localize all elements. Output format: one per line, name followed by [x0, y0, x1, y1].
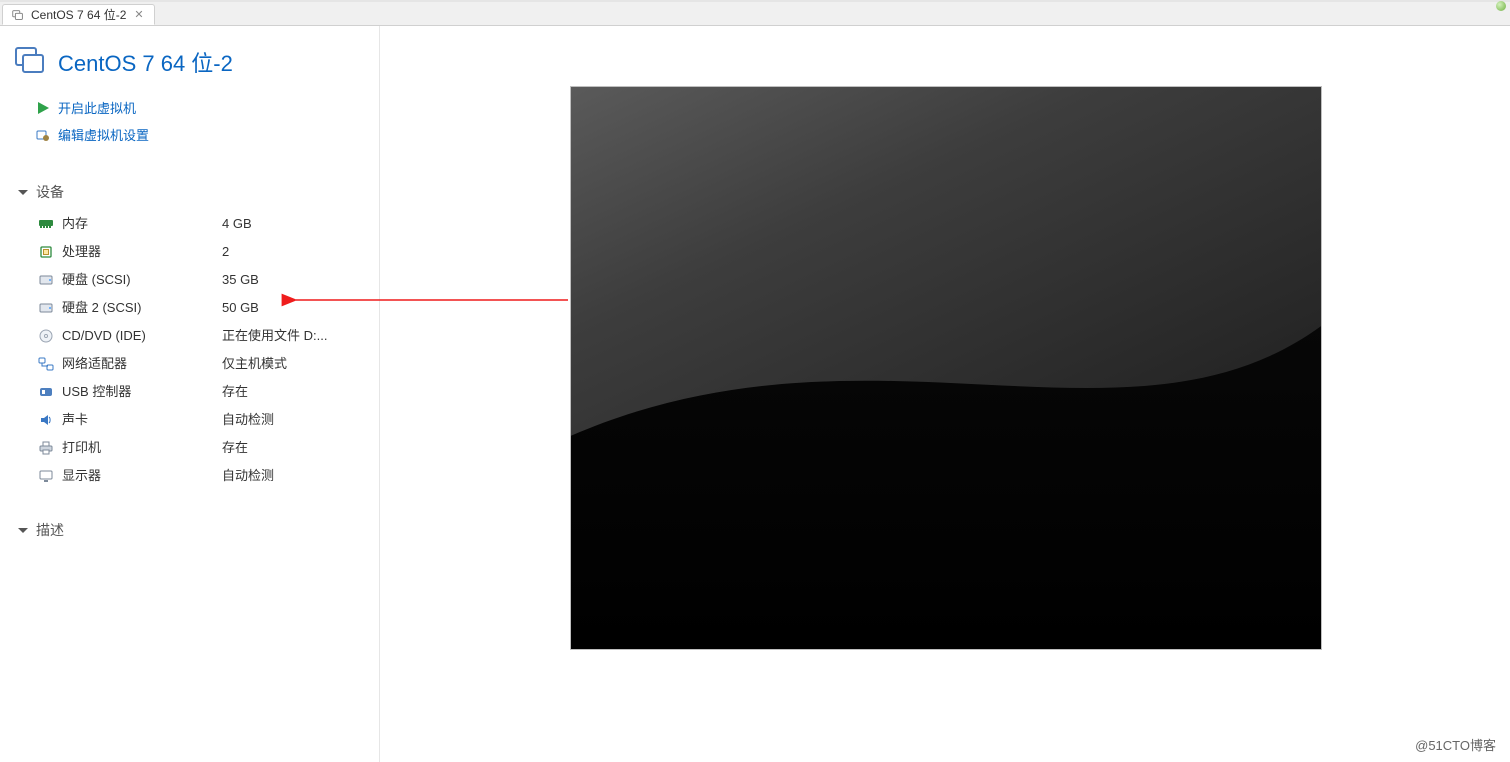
caret-down-icon [18, 528, 28, 533]
tab-bar: CentOS 7 64 位-2 ✕ [0, 2, 1510, 26]
edit-vm-settings-link[interactable]: 编辑虚拟机设置 [10, 121, 365, 148]
printer-icon [38, 440, 54, 456]
device-row[interactable]: 显示器自动检测 [10, 462, 365, 490]
usb-icon [38, 384, 54, 400]
right-preview-pane [380, 26, 1510, 762]
device-label: 打印机 [62, 438, 222, 458]
vm-title-row: CentOS 7 64 位-2 [10, 40, 365, 94]
device-row[interactable]: 硬盘 (SCSI)35 GB [10, 266, 365, 294]
network-icon [38, 356, 54, 372]
action-label: 开启此虚拟机 [58, 98, 136, 117]
vm-tab[interactable]: CentOS 7 64 位-2 ✕ [2, 4, 155, 25]
cd-icon [38, 328, 54, 344]
device-label: 处理器 [62, 242, 222, 262]
cpu-icon [38, 244, 54, 260]
device-value: 35 GB [222, 270, 259, 290]
device-row[interactable]: 处理器2 [10, 238, 365, 266]
device-value: 存在 [222, 382, 248, 402]
left-details-pane: CentOS 7 64 位-2 开启此虚拟机 编辑虚拟机设置 设备 内存4 GB… [0, 26, 380, 762]
vm-tab-icon [11, 8, 25, 22]
vm-title-icon [12, 44, 48, 80]
tab-label: CentOS 7 64 位-2 [31, 6, 126, 23]
device-row[interactable]: USB 控制器存在 [10, 378, 365, 406]
status-indicator-icon [1496, 1, 1506, 11]
sound-icon [38, 412, 54, 428]
power-on-vm-link[interactable]: 开启此虚拟机 [10, 94, 365, 121]
device-value: 自动检测 [222, 410, 274, 430]
description-section-header[interactable]: 描述 [10, 514, 365, 548]
disk-icon [38, 272, 54, 288]
device-label: 硬盘 2 (SCSI) [62, 298, 222, 318]
device-label: 声卡 [62, 410, 222, 430]
tab-close-icon[interactable]: ✕ [132, 8, 145, 21]
watermark: @51CTO博客 [1415, 735, 1496, 754]
device-row[interactable]: CD/DVD (IDE)正在使用文件 D:... [10, 322, 365, 350]
device-row[interactable]: 硬盘 2 (SCSI)50 GB [10, 294, 365, 322]
caret-down-icon [18, 190, 28, 195]
device-row[interactable]: 内存4 GB [10, 210, 365, 238]
section-title: 描述 [36, 520, 64, 540]
device-label: 网络适配器 [62, 354, 222, 374]
device-label: USB 控制器 [62, 382, 222, 402]
device-label: 硬盘 (SCSI) [62, 270, 222, 290]
vm-screen-preview[interactable] [570, 86, 1322, 650]
device-value: 4 GB [222, 214, 252, 234]
device-row[interactable]: 网络适配器仅主机模式 [10, 350, 365, 378]
play-icon [36, 101, 50, 115]
device-list: 内存4 GB处理器2硬盘 (SCSI)35 GB硬盘 2 (SCSI)50 GB… [10, 210, 365, 490]
device-value: 2 [222, 242, 229, 262]
device-value: 正在使用文件 D:... [222, 326, 327, 346]
device-value: 自动检测 [222, 466, 274, 486]
device-row[interactable]: 声卡自动检测 [10, 406, 365, 434]
vm-actions: 开启此虚拟机 编辑虚拟机设置 [10, 94, 365, 148]
device-value: 50 GB [222, 298, 259, 318]
device-label: 内存 [62, 214, 222, 234]
action-label: 编辑虚拟机设置 [58, 125, 149, 144]
device-label: 显示器 [62, 466, 222, 486]
device-value: 存在 [222, 438, 248, 458]
disk-icon [38, 300, 54, 316]
device-row[interactable]: 打印机存在 [10, 434, 365, 462]
device-label: CD/DVD (IDE) [62, 326, 222, 346]
settings-icon [36, 128, 50, 142]
display-icon [38, 468, 54, 484]
devices-section-header[interactable]: 设备 [10, 176, 365, 210]
device-value: 仅主机模式 [222, 354, 287, 374]
memory-icon [38, 216, 54, 232]
page-title: CentOS 7 64 位-2 [58, 46, 233, 78]
section-title: 设备 [36, 182, 64, 202]
